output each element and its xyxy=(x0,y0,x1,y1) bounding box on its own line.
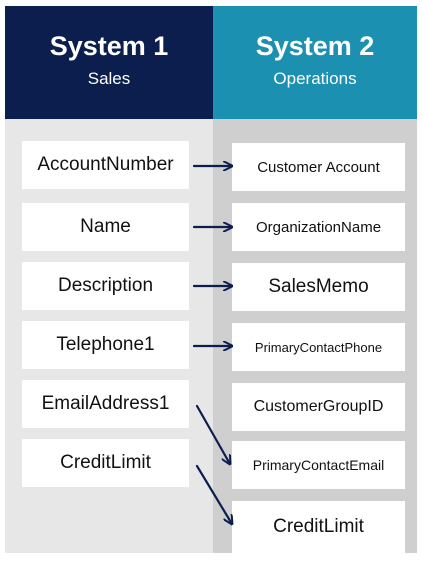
mapping-arrow xyxy=(195,464,232,524)
mapping-arrow xyxy=(195,404,230,464)
mapping-arrows xyxy=(192,0,422,562)
